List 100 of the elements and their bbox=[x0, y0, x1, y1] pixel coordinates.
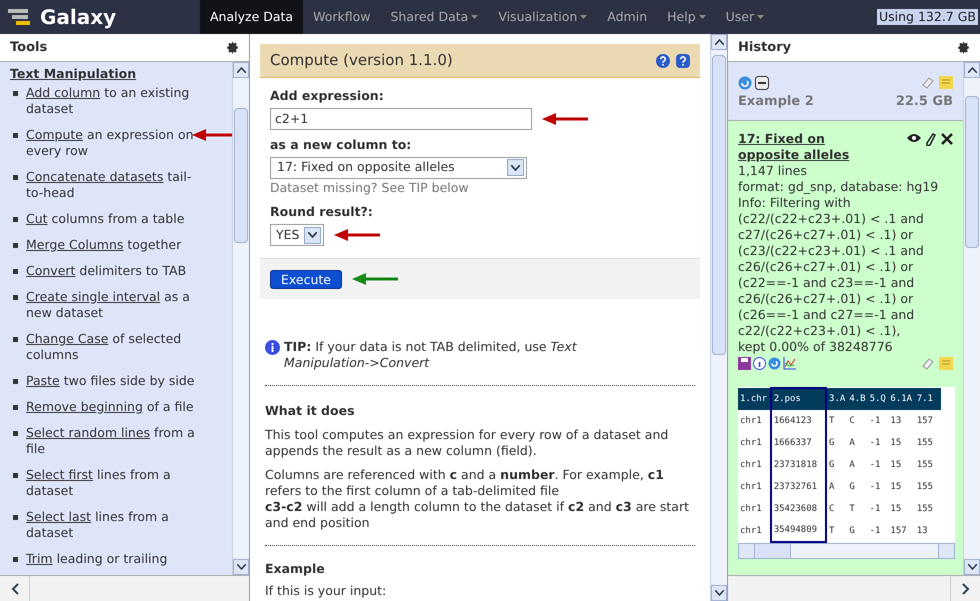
table-cell: 1666337 bbox=[770, 432, 826, 454]
table-cell-text: 15 bbox=[889, 480, 902, 494]
execute-button[interactable]: Execute bbox=[270, 270, 342, 288]
tool-item[interactable]: Remove beginning of a file bbox=[26, 399, 204, 415]
settings-icon[interactable] bbox=[957, 41, 970, 54]
table-cell: A bbox=[826, 476, 848, 498]
tool-item[interactable]: Select first lines from a dataset bbox=[26, 467, 204, 499]
history-name[interactable]: Example 2 bbox=[738, 92, 814, 112]
expression-field[interactable]: c2+1 bbox=[270, 108, 532, 130]
scrollbar-thumb[interactable] bbox=[712, 55, 726, 355]
description-paragraph: Columns are referenced with c and a number. For example, c1 refers to the first column of a tab-delimited file c3-c2 will add a length column to the dataset if c2 and c3 are start and end position bbox=[265, 466, 690, 531]
dataset-title[interactable]: 17: Fixed on opposite alleles bbox=[738, 130, 888, 162]
refresh-icon[interactable] bbox=[768, 357, 781, 370]
description-paragraph: This tool computes an expression for every row of a dataset and appends the result as a new column (field). bbox=[265, 426, 670, 459]
column-header: 6.1A bbox=[888, 388, 915, 410]
table-cell-text: 155 bbox=[916, 480, 934, 494]
horizontal-scrollbar[interactable] bbox=[738, 542, 955, 558]
tool-item[interactable]: Paste two files side by side bbox=[26, 373, 204, 389]
dataset-lines: 1,147 lines bbox=[738, 162, 808, 178]
table-cell: 23732761 bbox=[770, 476, 826, 498]
column-header: 7.1 bbox=[914, 388, 941, 410]
table-cell: G bbox=[826, 432, 848, 454]
dataset-select[interactable]: 17: Fixed on opposite alleles bbox=[270, 156, 527, 178]
scroll-up-icon[interactable] bbox=[714, 39, 724, 45]
nav-tab[interactable]: Visualization bbox=[488, 0, 598, 34]
help-icon[interactable] bbox=[676, 54, 690, 68]
table-cell-text: 15 bbox=[889, 436, 902, 450]
tool-item[interactable]: Merge Columns together bbox=[26, 237, 204, 253]
round-select[interactable]: YES bbox=[270, 224, 324, 246]
tag-icon[interactable] bbox=[922, 356, 936, 370]
scroll-up-icon[interactable] bbox=[236, 67, 246, 73]
pencil-icon[interactable] bbox=[926, 132, 936, 146]
scrollbar[interactable] bbox=[963, 62, 980, 575]
chevron-left-icon[interactable] bbox=[10, 582, 18, 594]
scrollbar-thumb[interactable] bbox=[234, 108, 248, 243]
table-cell: 35423608 bbox=[770, 498, 826, 520]
horizontal-scrollbar[interactable] bbox=[0, 575, 249, 601]
usage-meter: Using 132.7 GB bbox=[877, 9, 978, 25]
bullet-icon bbox=[13, 91, 18, 96]
section-heading: What it does bbox=[265, 402, 356, 420]
table-cell: T bbox=[826, 520, 848, 542]
field-label: Round result?: bbox=[270, 203, 373, 222]
tool-item[interactable]: Create single interval as a new dataset bbox=[26, 289, 204, 321]
table-cell-text: -1 bbox=[868, 524, 882, 538]
tool-section-title[interactable]: Text Manipulation bbox=[10, 66, 136, 82]
table-cell: -1 bbox=[868, 410, 888, 432]
scrollbar-thumb[interactable] bbox=[965, 96, 979, 248]
chevron-right-icon[interactable] bbox=[962, 582, 970, 594]
tip-text: TIP: If your data is not TAB delimited, use Text Manipulation->Convert bbox=[284, 339, 578, 371]
save-icon[interactable] bbox=[738, 357, 751, 370]
collapse-icon[interactable] bbox=[755, 76, 769, 90]
caret-icon bbox=[698, 15, 706, 19]
horizontal-scrollbar[interactable] bbox=[728, 575, 980, 601]
table-cell-text: G bbox=[848, 480, 856, 494]
nav-tab[interactable]: Workflow bbox=[303, 0, 380, 34]
settings-icon[interactable] bbox=[226, 41, 239, 54]
nav-tab[interactable]: Analyze Data bbox=[200, 0, 304, 34]
column-header: 5.Q bbox=[868, 388, 888, 410]
eye-icon[interactable] bbox=[907, 132, 921, 142]
scroll-down-icon[interactable] bbox=[236, 564, 246, 570]
table-cell: 23731818 bbox=[770, 454, 826, 476]
table-cell-text: A bbox=[848, 458, 856, 472]
brand-title[interactable]: Galaxy bbox=[40, 2, 200, 32]
table-cell: G bbox=[826, 454, 848, 476]
scrollbar[interactable] bbox=[232, 62, 249, 575]
history-size: 22.5 GB bbox=[896, 93, 953, 111]
table-cell-text: 155 bbox=[916, 436, 934, 450]
scrollbar[interactable] bbox=[710, 34, 727, 601]
delete-icon[interactable] bbox=[941, 132, 953, 144]
scroll-down-icon[interactable] bbox=[714, 590, 724, 596]
table-cell: 1664123 bbox=[770, 410, 826, 432]
tool-item[interactable]: Add column to an existing dataset bbox=[26, 85, 204, 117]
table-cell-text: 157 bbox=[889, 524, 908, 538]
tool-item[interactable]: Compute an expression on every row bbox=[26, 127, 204, 159]
tool-item[interactable]: Select random lines from a file bbox=[26, 425, 204, 457]
tool-item[interactable]: Select last lines from a dataset bbox=[26, 509, 204, 541]
nav-tab[interactable]: Admin bbox=[597, 0, 658, 34]
scroll-up-icon[interactable] bbox=[968, 67, 976, 73]
example-text: If this is your input: bbox=[265, 582, 388, 598]
bullet-icon bbox=[13, 337, 18, 342]
scroll-down-icon[interactable] bbox=[968, 564, 976, 570]
info-icon[interactable] bbox=[753, 357, 766, 370]
tool-item[interactable]: Change Case of selected columns bbox=[26, 331, 204, 363]
table-cell-text: G bbox=[848, 524, 856, 538]
help-icon[interactable] bbox=[656, 54, 670, 68]
nav-tab[interactable]: Shared Data bbox=[380, 0, 488, 34]
tool-item[interactable]: Concatenate datasets tail-to-head bbox=[26, 169, 204, 201]
chart-icon[interactable] bbox=[783, 357, 796, 370]
nav-tab[interactable]: User bbox=[716, 0, 774, 34]
bullet-icon bbox=[13, 557, 18, 562]
table-cell-text: T bbox=[848, 502, 856, 516]
nav-tab[interactable]: Help bbox=[657, 0, 716, 34]
tool-item[interactable]: Convert delimiters to TAB bbox=[26, 263, 204, 279]
tool-item[interactable]: Trim leading or trailing bbox=[26, 551, 204, 567]
bullet-icon bbox=[13, 295, 18, 300]
section-heading: Example bbox=[265, 560, 326, 578]
table-cell-text: -1 bbox=[868, 502, 882, 516]
table-cell: chr1 bbox=[738, 410, 771, 432]
table-cell: 13 bbox=[888, 410, 915, 432]
tool-item[interactable]: Cut columns from a table bbox=[26, 211, 204, 227]
